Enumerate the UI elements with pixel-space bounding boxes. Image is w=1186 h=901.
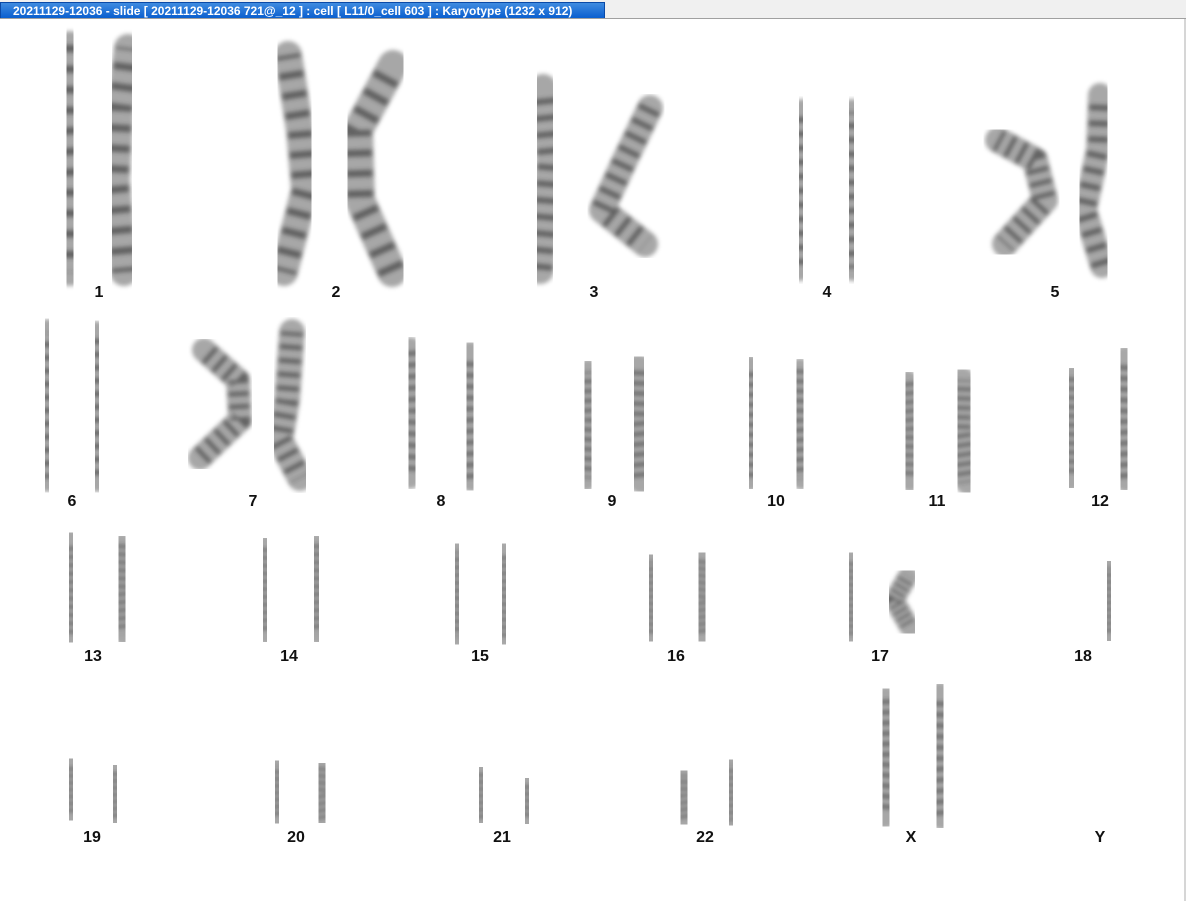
chromosome-pair-x[interactable] (870, 682, 956, 830)
karyotype-canvas: 1 2 3 4 56 7 8 9 10 11 1213 14 15 16 17 1819 20 21 22 X Y (32, 31, 1140, 846)
chromatid-1-1[interactable] (54, 31, 86, 286)
chromosome-pair-17[interactable] (839, 549, 920, 645)
chromatid-15-1[interactable] (444, 540, 470, 648)
chromatid-4-2[interactable] (837, 99, 866, 281)
chromosome-pair-21[interactable] (467, 759, 541, 833)
chromosome-label-2: 2 (332, 284, 341, 301)
chromosome-label-1: 1 (95, 284, 104, 301)
chromosome-pair-20[interactable] (263, 753, 336, 831)
chromosome-label-20: 20 (287, 829, 305, 846)
chromosome-label-y: Y (1095, 829, 1106, 846)
chromosome-label-14: 14 (280, 648, 298, 665)
chromosome-pair-18[interactable] (1046, 556, 1122, 646)
chromosome-pair-16[interactable] (637, 547, 717, 647)
chromosome-pair-22[interactable] (670, 754, 743, 832)
chromatid-1-2[interactable] (102, 34, 142, 286)
chromosome-label-16: 16 (667, 648, 685, 665)
chromatid-10-2[interactable] (786, 358, 814, 490)
band-pattern-21-2 (515, 782, 539, 822)
chromosome-label-22: 22 (696, 829, 714, 846)
chromosome-pair-4[interactable] (787, 99, 866, 281)
chromosome-label-4: 4 (823, 284, 832, 301)
chromosome-pair-9[interactable] (573, 354, 656, 494)
chromosome-pair-14[interactable] (252, 533, 330, 645)
chromatid-9-1[interactable] (573, 359, 603, 491)
band-pattern-9-2 (623, 367, 654, 482)
chromosome-label-17: 17 (871, 648, 889, 665)
chromosome-pair-8[interactable] (397, 337, 486, 492)
chromosome-label-7: 7 (249, 493, 258, 510)
chromosome-label-6: 6 (68, 493, 77, 510)
chromosome-label-19: 19 (83, 829, 101, 846)
chromosome-pair-5[interactable] (985, 83, 1114, 278)
title-bar: 20211129-12036 - slide [ 20211129-12036 … (0, 0, 1186, 19)
chromosome-label-9: 9 (608, 493, 617, 510)
chromosome-pair-3[interactable] (526, 74, 663, 284)
chromosome-pair-19[interactable] (58, 752, 128, 830)
chromosome-pair-12[interactable] (1057, 346, 1140, 492)
chromosome-pair-7[interactable] (188, 319, 313, 491)
chromosome-label-8: 8 (437, 493, 446, 510)
chromosome-pair-1[interactable] (54, 31, 142, 286)
chromosome-pair-13[interactable] (57, 529, 136, 646)
chromosome-label-21: 21 (493, 829, 511, 846)
chromatid-11-2[interactable] (947, 367, 981, 495)
chromosome-pair-11[interactable] (895, 367, 981, 495)
chromosome-label-18: 18 (1074, 648, 1092, 665)
chromosome-pair-10[interactable] (737, 355, 814, 491)
chromosome-label-5: 5 (1051, 284, 1060, 301)
chromosome-label-15: 15 (471, 648, 489, 665)
chromosome-label-13: 13 (84, 648, 102, 665)
chromatid-2-1[interactable] (270, 41, 319, 286)
chromosome-pair-15[interactable] (444, 540, 517, 648)
chromatid-6-1[interactable] (32, 319, 62, 492)
chromosome-pair-6[interactable] (32, 319, 112, 492)
chromosome-pair-2[interactable] (270, 41, 408, 287)
chromosome-label-12: 12 (1091, 493, 1109, 510)
chromosome-layer (32, 31, 1140, 833)
chromosome-label-11: 11 (929, 493, 946, 510)
window-title-tab[interactable]: 20211129-12036 - slide [ 20211129-12036 … (0, 2, 605, 18)
chromosome-label-3: 3 (590, 284, 599, 301)
chromosome-label-10: 10 (767, 493, 785, 510)
chromosome-label-x: X (906, 829, 917, 846)
